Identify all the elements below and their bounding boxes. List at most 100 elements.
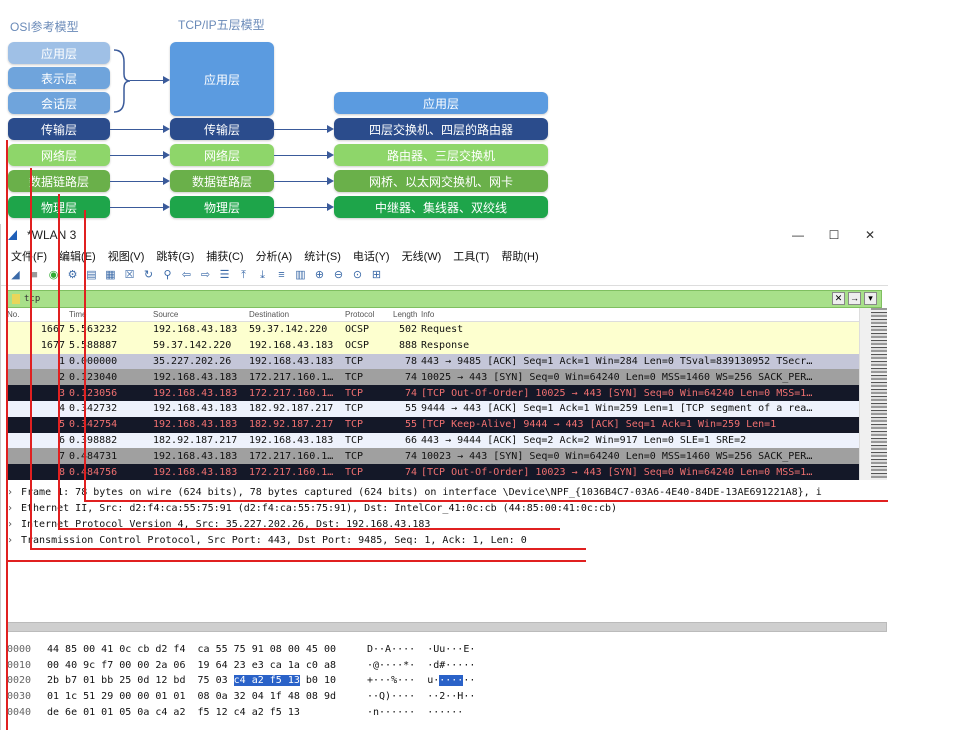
menu-view[interactable]: 视图(V)	[108, 248, 145, 264]
expand-arrow-icon[interactable]: ›	[7, 503, 21, 514]
open-file-icon[interactable]: ▤	[85, 269, 98, 282]
hex-bytes-highlight: c4 a2 f5 13	[233, 675, 300, 687]
packet-destination: 172.217.160.1…	[249, 371, 334, 383]
go-back-icon[interactable]: ⇦	[180, 269, 193, 282]
packet-time: 0.342754	[69, 419, 118, 431]
bookmark-icon[interactable]	[12, 294, 20, 304]
menu-go[interactable]: 跳转(G)	[156, 248, 194, 264]
hex-row[interactable]: 0010 00 40 9c f7 00 00 2a 06 19 64 23 e3…	[7, 658, 507, 674]
capture-options-icon[interactable]: ⚙	[66, 269, 79, 282]
save-file-icon[interactable]: ▦	[104, 269, 117, 282]
packet-list-minimap[interactable]	[871, 308, 887, 480]
expand-arrow-icon[interactable]: ›	[7, 535, 21, 546]
hex-ascii-highlight: ····	[439, 675, 464, 687]
packet-time: 5.588887	[69, 340, 118, 352]
col-source[interactable]: Source	[153, 310, 249, 319]
packet-destination: 182.92.187.217	[249, 419, 334, 431]
packet-protocol: TCP	[345, 434, 364, 446]
display-filter-input[interactable]: tcp	[24, 294, 40, 304]
col-protocol[interactable]: Protocol	[345, 310, 393, 319]
start-capture-icon[interactable]: ◢	[9, 269, 22, 282]
packet-bytes: 0000 44 85 00 41 0c cb d2 f4 ca 55 75 91…	[7, 642, 507, 720]
clear-filter-icon[interactable]: ✕	[832, 292, 845, 305]
apply-filter-icon[interactable]: →	[848, 292, 861, 305]
menu-help[interactable]: 帮助(H)	[501, 248, 538, 264]
hex-row[interactable]: 0020 2b b7 01 bb 25 0d 12 bd 75 03 c4 a2…	[7, 673, 507, 689]
packet-row[interactable]: 1677 5.588887 59.37.142.220 192.168.43.1…	[7, 337, 859, 354]
packet-list-header: No. Time Source Destination Protocol Len…	[7, 308, 859, 322]
packet-time: 0.123040	[69, 371, 118, 383]
menu-tools[interactable]: 工具(T)	[453, 248, 489, 264]
detail-tcp[interactable]: › Transmission Control Protocol, Src Port…	[7, 532, 887, 548]
details-horizontal-scrollbar[interactable]	[7, 622, 887, 632]
col-destination[interactable]: Destination	[249, 310, 345, 319]
reload-icon[interactable]: ↻	[142, 269, 155, 282]
packet-destination: 192.168.43.183	[249, 340, 334, 352]
colorize-icon[interactable]: ▥	[294, 269, 307, 282]
main-toolbar: ◢ ■ ◉ ⚙ ▤ ▦ ☒ ↻ ⚲ ⇦ ⇨ ☰ ⤒ ⤓ ≡ ▥ ⊕ ⊖ ⊙ ⊞	[1, 266, 888, 286]
last-packet-icon[interactable]: ⤓	[256, 269, 269, 282]
packet-info: 10025 → 443 [SYN] Seq=0 Win=64240 Len=0 …	[421, 371, 813, 383]
hex-row[interactable]: 0040 de 6e 01 01 05 0a c4 a2 f5 12 c4 a2…	[7, 704, 507, 720]
close-file-icon[interactable]: ☒	[123, 269, 136, 282]
packet-destination: 192.168.43.183	[249, 434, 334, 446]
hex-ascii: ··Q)···· ··2··H··	[367, 691, 476, 703]
expand-arrow-icon[interactable]: ›	[7, 487, 21, 498]
hex-row[interactable]: 0030 01 1c 51 29 00 00 01 01 08 0a 32 04…	[7, 689, 507, 705]
zoom-in-icon[interactable]: ⊕	[313, 269, 326, 282]
col-info[interactable]: Info	[421, 310, 859, 319]
hex-offset: 0030	[7, 691, 32, 703]
packet-row[interactable]: 7 0.484731 192.168.43.183 172.217.160.1……	[7, 448, 859, 465]
packet-row[interactable]: 8 0.484756 192.168.43.183 172.217.160.1……	[7, 464, 859, 480]
zoom-out-icon[interactable]: ⊖	[332, 269, 345, 282]
col-length[interactable]: Length	[393, 310, 421, 319]
packet-row[interactable]: 3 0.123056 192.168.43.183 172.217.160.1……	[7, 385, 859, 401]
close-button[interactable]: ✕	[852, 224, 888, 246]
packet-protocol: TCP	[345, 355, 364, 367]
display-filter-bar[interactable]: tcp ✕ → ▾	[7, 290, 882, 308]
normal-size-icon[interactable]: ⊙	[351, 269, 364, 282]
packet-row[interactable]: 2 0.123040 192.168.43.183 172.217.160.1……	[7, 369, 859, 386]
menu-capture[interactable]: 捕获(C)	[206, 248, 243, 264]
hex-row[interactable]: 0000 44 85 00 41 0c cb d2 f4 ca 55 75 91…	[7, 642, 507, 658]
packet-source: 192.168.43.183	[153, 324, 238, 336]
packet-destination: 59.37.142.220	[249, 324, 328, 336]
packet-protocol: TCP	[345, 371, 364, 383]
minimize-button[interactable]: —	[780, 224, 816, 246]
find-packet-icon[interactable]: ⚲	[161, 269, 174, 282]
resize-columns-icon[interactable]: ⊞	[370, 269, 383, 282]
maximize-button[interactable]: ☐	[816, 224, 852, 246]
detail-text: Frame 1: 78 bytes on wire (624 bits), 78…	[21, 486, 822, 498]
packet-time: 0.123056	[69, 387, 118, 399]
packet-row[interactable]: 1667 5.563232 192.168.43.183 59.37.142.2…	[7, 322, 859, 338]
menu-statistics[interactable]: 统计(S)	[304, 248, 341, 264]
col-time[interactable]: Time	[67, 310, 153, 319]
menu-analyze[interactable]: 分析(A)	[256, 248, 293, 264]
menu-wireless[interactable]: 无线(W)	[402, 248, 442, 264]
detail-frame[interactable]: › Frame 1: 78 bytes on wire (624 bits), 7…	[7, 484, 887, 500]
packet-row[interactable]: 5 0.342754 192.168.43.183 182.92.187.217…	[7, 416, 859, 433]
packet-list: No. Time Source Destination Protocol Len…	[7, 308, 859, 480]
autoscroll-icon[interactable]: ≡	[275, 269, 288, 282]
menu-telephony[interactable]: 电话(Y)	[353, 248, 390, 264]
packet-destination: 172.217.160.1…	[249, 466, 334, 478]
annotation-underline	[6, 560, 586, 562]
packet-length: 55	[404, 403, 417, 415]
expand-arrow-icon[interactable]: ›	[7, 519, 21, 530]
go-to-packet-icon[interactable]: ☰	[218, 269, 231, 282]
detail-ethernet[interactable]: › Ethernet II, Src: d2:f4:ca:55:75:91 (d2…	[7, 500, 887, 516]
packet-list-scrollbar[interactable]	[859, 308, 871, 480]
packet-row[interactable]: 4 0.342732 192.168.43.183 182.92.187.217…	[7, 400, 859, 417]
device-label: 路由器、三层交换机	[334, 144, 548, 166]
packet-destination: 172.217.160.1…	[249, 450, 334, 462]
packet-row-selected[interactable]: 1 0.000000 35.227.202.26 192.168.43.183 …	[7, 353, 859, 370]
packet-source: 192.168.43.183	[153, 387, 238, 399]
packet-info: 443 → 9444 [ACK] Seq=2 Ack=2 Win=917 Len…	[421, 434, 747, 446]
packet-source: 192.168.43.183	[153, 403, 238, 415]
menu-edit[interactable]: 编辑(E)	[59, 248, 96, 264]
filter-dropdown-icon[interactable]: ▾	[864, 292, 877, 305]
packet-protocol: TCP	[345, 403, 364, 415]
go-forward-icon[interactable]: ⇨	[199, 269, 212, 282]
packet-row[interactable]: 6 0.398882 182.92.187.217 192.168.43.183…	[7, 432, 859, 449]
first-packet-icon[interactable]: ⤒	[237, 269, 250, 282]
